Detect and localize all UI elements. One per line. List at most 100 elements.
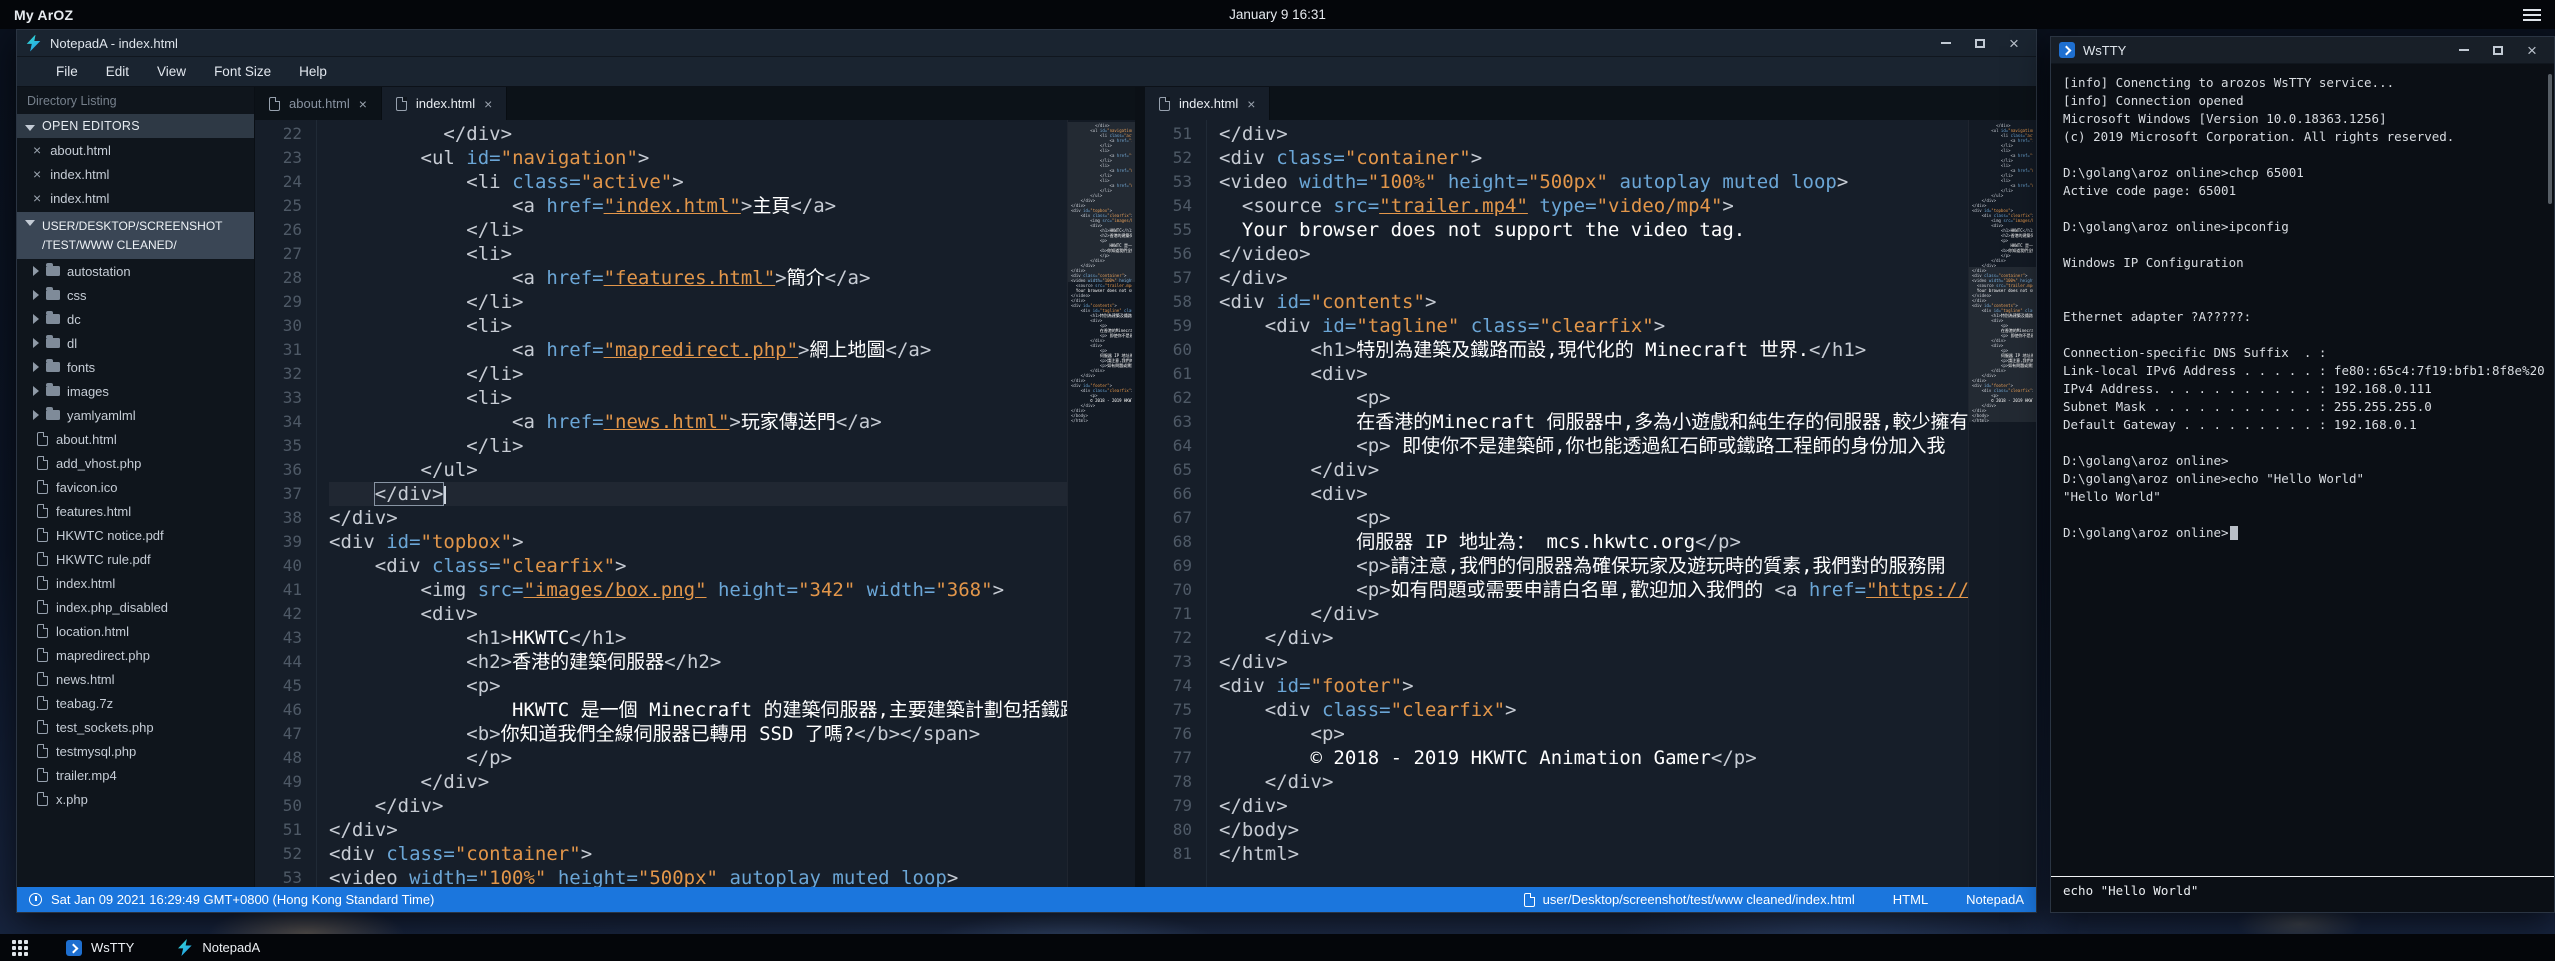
code-line[interactable]: </li> [329, 218, 1135, 242]
tree-file-item[interactable]: teabag.7z [17, 691, 254, 715]
tree-file-item[interactable]: testmysql.php [17, 739, 254, 763]
status-language-mode[interactable]: HTML [1893, 892, 1928, 907]
code-line[interactable]: <source src="trailer.mp4" type="video/mp… [1219, 194, 2036, 218]
code-line[interactable]: <video width="100%" height="500px" autop… [329, 866, 1135, 887]
code-line[interactable]: <p> 即使你不是建築師,你也能透過紅石師或鐵路工程師的身份加入我 [1219, 434, 2036, 458]
code-line[interactable]: 在香港的Minecraft 伺服器中,多為小遊戲和純生存的伺服器,較少擁有 [1219, 410, 2036, 434]
code-line[interactable]: </div> [1219, 794, 2036, 818]
code-content[interactable]: </div> <ul id="navigation"> <li class="a… [317, 120, 1135, 887]
tree-folder-item[interactable]: dc [17, 307, 254, 331]
close-icon[interactable]: × [33, 143, 41, 157]
open-editor-item[interactable]: ×about.html [17, 138, 254, 162]
code-line[interactable]: </div> [1219, 266, 2036, 290]
code-line[interactable]: </div> [1219, 626, 2036, 650]
close-icon[interactable]: × [359, 97, 367, 111]
taskbar-item-wstty[interactable]: WsTTY [62, 934, 138, 961]
code-line[interactable]: <div class="clearfix"> [1219, 698, 2036, 722]
code-line[interactable]: </div> [1219, 458, 2036, 482]
tree-file-item[interactable]: add_vhost.php [17, 451, 254, 475]
tree-file-item[interactable]: index.html [17, 571, 254, 595]
workspace-folder-header[interactable]: USER/DESKTOP/SCREENSHOT /TEST/WWW CLEANE… [17, 212, 254, 259]
tree-folder-item[interactable]: autostation [17, 259, 254, 283]
code-line[interactable]: <div id="footer"> [1219, 674, 2036, 698]
code-line[interactable]: <div class="container"> [1219, 146, 2036, 170]
code-line[interactable]: <a href="mapredirect.php">網上地圖</a> [329, 338, 1135, 362]
tree-file-item[interactable]: mapredirect.php [17, 643, 254, 667]
app-launcher-icon[interactable] [12, 940, 28, 956]
code-line[interactable]: <p> [1219, 506, 2036, 530]
code-line[interactable]: <div id="contents"> [1219, 290, 2036, 314]
pane-splitter[interactable] [1135, 87, 1145, 887]
tree-folder-item[interactable]: css [17, 283, 254, 307]
code-line[interactable]: </div> [1219, 122, 2036, 146]
maximize-icon[interactable] [2484, 40, 2512, 60]
minimap[interactable]: </div> <ul id="navigation"> <li class="a… [1067, 120, 1135, 887]
wstty-titlebar[interactable]: WsTTY × [2051, 37, 2554, 64]
code-content[interactable]: </div><div class="container"><video widt… [1207, 120, 2036, 887]
tree-file-item[interactable]: HKWTC notice.pdf [17, 523, 254, 547]
code-line[interactable]: <div id="tagline" class="clearfix"> [1219, 314, 2036, 338]
code-line[interactable]: <li> [329, 314, 1135, 338]
code-line[interactable]: <li> [329, 242, 1135, 266]
code-line[interactable]: <li> [329, 386, 1135, 410]
code-line[interactable]: </div> [329, 818, 1135, 842]
tree-file-item[interactable]: about.html [17, 427, 254, 451]
code-line[interactable]: <h1>HKWTC</h1> [329, 626, 1135, 650]
code-line[interactable]: <img src="images/box.png" height="342" w… [329, 578, 1135, 602]
close-icon[interactable]: × [2518, 40, 2546, 60]
code-line[interactable]: <h2>香港的建築伺服器</h2> [329, 650, 1135, 674]
code-line[interactable]: </div> [329, 482, 1135, 506]
tree-file-item[interactable]: trailer.mp4 [17, 763, 254, 787]
code-line[interactable]: </div> [1219, 770, 2036, 794]
code-editor[interactable]: 2223242526272829303132333435363738394041… [255, 120, 1135, 887]
code-line[interactable]: <div> [1219, 362, 2036, 386]
code-line[interactable]: </li> [329, 362, 1135, 386]
code-line[interactable]: Your browser does not support the video … [1219, 218, 2036, 242]
code-line[interactable]: <p> [329, 674, 1135, 698]
code-line[interactable]: </p> [329, 746, 1135, 770]
code-line[interactable]: </div> [329, 770, 1135, 794]
tree-folder-item[interactable]: images [17, 379, 254, 403]
tree-file-item[interactable]: index.php_disabled [17, 595, 254, 619]
desktop-home-label[interactable]: My ArOZ [14, 7, 73, 23]
code-editor[interactable]: 5152535455565758596061626364656667686970… [1145, 120, 2036, 887]
code-line[interactable]: <div class="container"> [329, 842, 1135, 866]
code-line[interactable]: <h1>特別為建築及鐵路而設,現代化的 Minecraft 世界.</h1> [1219, 338, 2036, 362]
code-line[interactable]: <a href="news.html">玩家傳送門</a> [329, 410, 1135, 434]
terminal-scrollbar[interactable] [2548, 74, 2552, 204]
code-line[interactable]: <p>請注意,我們的伺服器為確保玩家及遊玩時的質素,我們對的服務開 [1219, 554, 2036, 578]
close-icon[interactable]: × [33, 167, 41, 181]
code-line[interactable]: <div> [1219, 482, 2036, 506]
status-file-path[interactable]: user/Desktop/screenshot/test/www cleaned… [1524, 892, 1855, 907]
menu-help[interactable]: Help [286, 59, 340, 84]
hamburger-menu-icon[interactable] [2523, 9, 2541, 21]
code-line[interactable]: <p> [1219, 722, 2036, 746]
code-line[interactable]: <div id="topbox"> [329, 530, 1135, 554]
minimap[interactable]: </div> <ul id="navigation"> <li class="a… [1968, 120, 2036, 887]
code-line[interactable]: </div> [1219, 650, 2036, 674]
tree-folder-item[interactable]: fonts [17, 355, 254, 379]
open-editor-item[interactable]: ×index.html [17, 186, 254, 210]
code-line[interactable]: </video> [1219, 242, 2036, 266]
notepada-titlebar[interactable]: NotepadA - index.html × [17, 30, 2036, 57]
code-line[interactable]: HKWTC 是一個 Minecraft 的建築伺服器,主要建築計劃包括鐵路 [329, 698, 1135, 722]
tree-file-item[interactable]: favicon.ico [17, 475, 254, 499]
menu-file[interactable]: File [43, 59, 91, 84]
menu-edit[interactable]: Edit [93, 59, 142, 84]
menu-font-size[interactable]: Font Size [201, 59, 284, 84]
taskbar-item-notepada[interactable]: NotepadA [172, 934, 264, 961]
code-line[interactable]: 伺服器 IP 地址為： mcs.hkwtc.org</p> [1219, 530, 2036, 554]
code-line[interactable]: </ul> [329, 458, 1135, 482]
tree-file-item[interactable]: news.html [17, 667, 254, 691]
minimize-icon[interactable] [1932, 33, 1960, 53]
code-line[interactable]: <video width="100%" height="500px" autop… [1219, 170, 2036, 194]
open-editors-header[interactable]: OPEN EDITORS [17, 114, 254, 138]
code-line[interactable]: <a href="features.html">簡介</a> [329, 266, 1135, 290]
tree-folder-item[interactable]: dl [17, 331, 254, 355]
code-line[interactable]: </body> [1219, 818, 2036, 842]
tree-folder-item[interactable]: yamlyamlml [17, 403, 254, 427]
minimap-viewport[interactable] [1969, 267, 2036, 422]
editor-tab[interactable]: index.html× [382, 87, 507, 120]
editor-tab[interactable]: index.html× [1145, 87, 1270, 120]
close-icon[interactable]: × [2000, 33, 2028, 53]
